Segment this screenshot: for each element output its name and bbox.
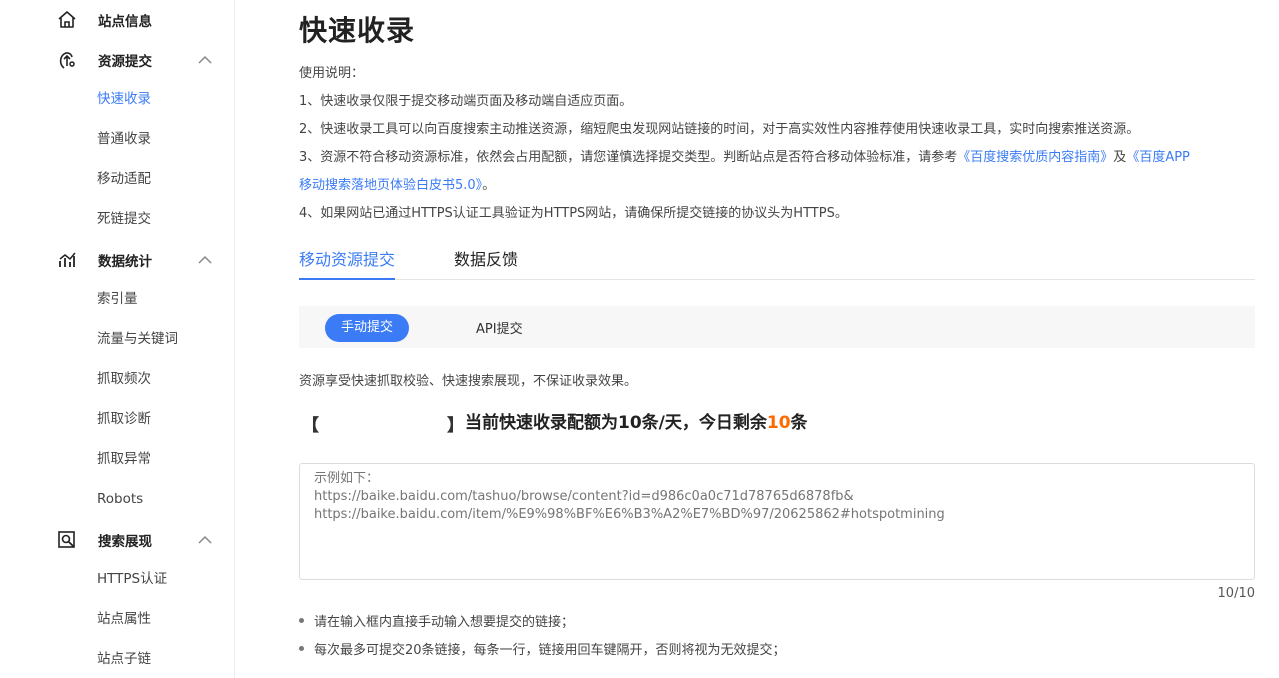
search-display-icon <box>58 531 75 548</box>
sidebar: 站点信息 资源提交 快速收录 普通收录 移动适配 死链提交 数据统计 索引量 流… <box>0 0 235 678</box>
quota-info: 当前快速收录配额为10条/天，今日剩余10条 <box>465 411 808 435</box>
sidebar-section-label: 搜索展现 <box>98 534 152 550</box>
page-title: 快速收录 <box>299 14 416 47</box>
notice-text: 资源享受快速抓取校验、快速搜索展现，不保证收录效果。 <box>299 374 638 389</box>
line-end: 。 <box>482 178 496 193</box>
chevron-up-icon[interactable] <box>197 534 213 546</box>
sidebar-section-data-stats[interactable]: 数据统计 <box>0 242 235 278</box>
sidebar-item-mobile-adapt[interactable]: 移动适配 <box>97 169 151 189</box>
sidebar-item-robots[interactable]: Robots <box>97 489 143 509</box>
sidebar-item-site-attributes[interactable]: 站点属性 <box>97 609 151 629</box>
submit-mode-bar: 手动提交 API提交 <box>299 306 1255 348</box>
sidebar-item-deadlink[interactable]: 死链提交 <box>97 209 151 229</box>
hint-text: 每次最多可提交20条链接，每条一行，链接用回车键隔开，否则将视为无效提交； <box>314 643 786 658</box>
sidebar-item-index-volume[interactable]: 索引量 <box>97 289 138 309</box>
instruction-line-3-text: 3、资源不符合移动资源标准，依然会占用配额，请您谨慎选择提交类型。判断站点是否符… <box>299 150 958 165</box>
instructions-label: 使用说明： <box>299 66 365 81</box>
tab-data-feedback[interactable]: 数据反馈 <box>454 246 518 270</box>
sidebar-section-label: 站点信息 <box>98 14 152 30</box>
char-counter: 10/10 <box>1217 586 1255 601</box>
hint-text: 请在输入框内直接手动输入想要提交的链接； <box>314 615 575 630</box>
sidebar-item-crawl-diagnosis[interactable]: 抓取诊断 <box>97 409 151 429</box>
url-input[interactable] <box>299 463 1255 580</box>
sidebar-item-crawl-errors[interactable]: 抓取异常 <box>97 449 151 469</box>
stats-icon <box>59 252 76 267</box>
sidebar-section-resource-submit[interactable]: 资源提交 <box>0 42 235 78</box>
instruction-line-3: 3、资源不符合移动资源标准，依然会占用配额，请您谨慎选择提交类型。判断站点是否符… <box>299 148 1190 168</box>
api-submit-button[interactable]: API提交 <box>476 318 523 337</box>
sidebar-item-traffic-keywords[interactable]: 流量与关键词 <box>97 329 178 349</box>
whitepaper-link[interactable]: 《百度APP <box>1126 150 1190 165</box>
sidebar-section-label: 数据统计 <box>98 254 152 270</box>
sidebar-section-label: 资源提交 <box>98 54 152 70</box>
sidebar-item-crawl-frequency[interactable]: 抓取频次 <box>97 369 151 389</box>
instruction-line-1: 1、快速收录仅限于提交移动端页面及移动端自适应页面。 <box>299 94 633 109</box>
chevron-up-icon[interactable] <box>197 254 213 266</box>
quota-remaining: 10 <box>766 413 791 433</box>
site-name-redacted <box>319 413 447 433</box>
tab-mobile-resource-submit[interactable]: 移动资源提交 <box>299 246 395 270</box>
bullet-dot <box>299 646 304 651</box>
bullet-dot <box>299 618 304 623</box>
bracket-left: 【 <box>302 416 319 436</box>
resource-submit-icon <box>59 52 75 69</box>
instruction-line-2: 2、快速收录工具可以向百度搜索主动推送资源，缩短爬虫发现网站链接的时间，对于高实… <box>299 122 1140 137</box>
sidebar-item-quick-index[interactable]: 快速收录 <box>97 89 151 109</box>
instruction-line-4: 4、如果网站已通过HTTPS认证工具验证为HTTPS网站，请确保所提交链接的协议… <box>299 206 848 221</box>
bracket-right: 】 <box>447 416 464 436</box>
sidebar-section-site-info[interactable]: 站点信息 <box>0 2 235 38</box>
active-tab-underline <box>299 278 395 280</box>
quality-guide-link[interactable]: 《百度搜索优质内容指南》 <box>957 150 1113 165</box>
home-icon <box>58 11 76 28</box>
quota-prefix: 当前快速收录配额为10条/天，今日剩余 <box>465 413 767 433</box>
quota-suffix: 条 <box>790 413 808 433</box>
tabs-divider <box>299 279 1255 280</box>
and-text: 及 <box>1113 150 1127 165</box>
chevron-up-icon[interactable] <box>197 54 213 66</box>
sidebar-item-normal-index[interactable]: 普通收录 <box>97 129 151 149</box>
hint-item: 请在输入框内直接手动输入想要提交的链接； <box>299 611 574 630</box>
sidebar-item-https-auth[interactable]: HTTPS认证 <box>97 569 167 589</box>
sidebar-item-site-sublinks[interactable]: 站点子链 <box>97 649 151 669</box>
whitepaper-link-cont[interactable]: 移动搜索落地页体验白皮书5.0》 <box>299 178 482 193</box>
manual-submit-button[interactable]: 手动提交 <box>325 314 409 342</box>
hint-item: 每次最多可提交20条链接，每条一行，链接用回车键隔开，否则将视为无效提交； <box>299 639 786 658</box>
instruction-line-3-cont: 移动搜索落地页体验白皮书5.0》。 <box>299 176 495 196</box>
sidebar-section-search-display[interactable]: 搜索展现 <box>0 522 235 558</box>
